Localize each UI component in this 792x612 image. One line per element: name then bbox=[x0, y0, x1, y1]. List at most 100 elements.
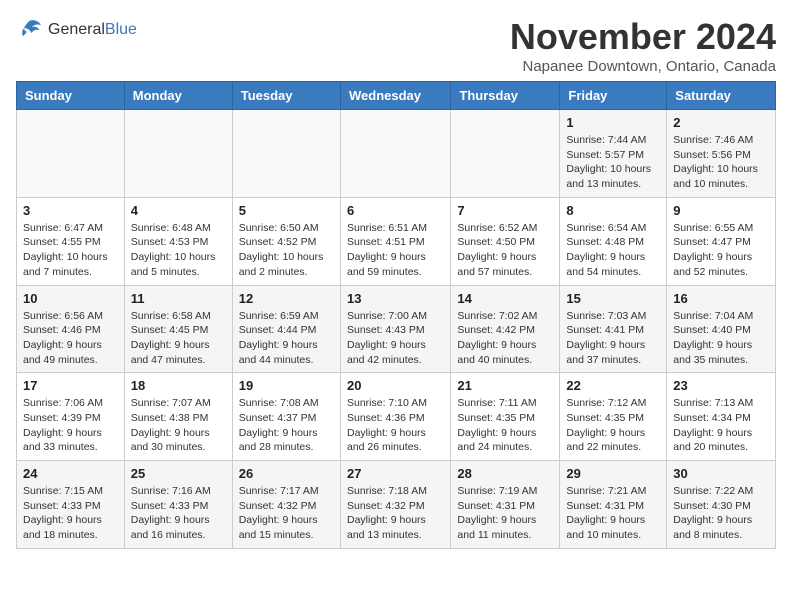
logo-general-text: General bbox=[48, 21, 105, 39]
day-number: 22 bbox=[566, 378, 660, 393]
calendar-cell: 4 Sunrise: 6:48 AMSunset: 4:53 PMDaylight… bbox=[124, 197, 232, 285]
day-info: Sunrise: 7:03 AMSunset: 4:41 PMDaylight:… bbox=[566, 309, 660, 368]
calendar-cell: 21 Sunrise: 7:11 AMSunset: 4:35 PMDayligh… bbox=[451, 373, 560, 461]
calendar-cell: 15 Sunrise: 7:03 AMSunset: 4:41 PMDayligh… bbox=[560, 285, 667, 373]
day-info: Sunrise: 7:08 AMSunset: 4:37 PMDaylight:… bbox=[239, 396, 334, 455]
day-info: Sunrise: 6:50 AMSunset: 4:52 PMDaylight:… bbox=[239, 221, 334, 280]
day-number: 1 bbox=[566, 115, 660, 130]
day-info: Sunrise: 6:52 AMSunset: 4:50 PMDaylight:… bbox=[457, 221, 553, 280]
day-number: 25 bbox=[131, 466, 226, 481]
month-title: November 2024 bbox=[510, 16, 776, 58]
weekday-header-tuesday: Tuesday bbox=[232, 82, 340, 110]
calendar-cell: 12 Sunrise: 6:59 AMSunset: 4:44 PMDayligh… bbox=[232, 285, 340, 373]
day-info: Sunrise: 7:17 AMSunset: 4:32 PMDaylight:… bbox=[239, 484, 334, 543]
day-number: 5 bbox=[239, 203, 334, 218]
day-info: Sunrise: 7:16 AMSunset: 4:33 PMDaylight:… bbox=[131, 484, 226, 543]
day-number: 27 bbox=[347, 466, 444, 481]
calendar-cell bbox=[451, 110, 560, 198]
logo: GeneralBlue bbox=[16, 16, 137, 44]
logo-blue-text: Blue bbox=[105, 21, 137, 39]
calendar-cell: 2 Sunrise: 7:46 AMSunset: 5:56 PMDaylight… bbox=[667, 110, 776, 198]
day-number: 18 bbox=[131, 378, 226, 393]
weekday-header-wednesday: Wednesday bbox=[340, 82, 450, 110]
day-number: 12 bbox=[239, 291, 334, 306]
day-number: 4 bbox=[131, 203, 226, 218]
day-number: 19 bbox=[239, 378, 334, 393]
calendar-cell: 17Sunrise: 7:06 AMSunset: 4:39 PMDayligh… bbox=[17, 373, 125, 461]
day-info: Sunrise: 6:56 AMSunset: 4:46 PMDaylight:… bbox=[23, 309, 118, 368]
day-info: Sunrise: 7:13 AMSunset: 4:34 PMDaylight:… bbox=[673, 396, 769, 455]
day-number: 13 bbox=[347, 291, 444, 306]
location-subtitle: Napanee Downtown, Ontario, Canada bbox=[510, 58, 776, 75]
day-number: 24 bbox=[23, 466, 118, 481]
day-info: Sunrise: 7:11 AMSunset: 4:35 PMDaylight:… bbox=[457, 396, 553, 455]
day-number: 6 bbox=[347, 203, 444, 218]
title-section: November 2024 Napanee Downtown, Ontario,… bbox=[510, 16, 776, 75]
day-info: Sunrise: 7:10 AMSunset: 4:36 PMDaylight:… bbox=[347, 396, 444, 455]
calendar-cell: 27 Sunrise: 7:18 AMSunset: 4:32 PMDayligh… bbox=[340, 461, 450, 549]
day-info: Sunrise: 7:00 AMSunset: 4:43 PMDaylight:… bbox=[347, 309, 444, 368]
day-number: 14 bbox=[457, 291, 553, 306]
day-info: Sunrise: 7:46 AMSunset: 5:56 PMDaylight:… bbox=[673, 133, 769, 192]
day-info: Sunrise: 6:59 AMSunset: 4:44 PMDaylight:… bbox=[239, 309, 334, 368]
day-number: 3 bbox=[23, 203, 118, 218]
calendar-cell: 30 Sunrise: 7:22 AMSunset: 4:30 PMDayligh… bbox=[667, 461, 776, 549]
day-number: 23 bbox=[673, 378, 769, 393]
weekday-header-monday: Monday bbox=[124, 82, 232, 110]
calendar-week-row: 17Sunrise: 7:06 AMSunset: 4:39 PMDayligh… bbox=[17, 373, 776, 461]
day-number: 30 bbox=[673, 466, 769, 481]
day-info: Sunrise: 7:06 AMSunset: 4:39 PMDaylight:… bbox=[23, 396, 118, 455]
calendar-cell: 11Sunrise: 6:58 AMSunset: 4:45 PMDayligh… bbox=[124, 285, 232, 373]
day-info: Sunrise: 7:19 AMSunset: 4:31 PMDaylight:… bbox=[457, 484, 553, 543]
day-number: 2 bbox=[673, 115, 769, 130]
day-number: 20 bbox=[347, 378, 444, 393]
calendar-week-row: 24 Sunrise: 7:15 AMSunset: 4:33 PMDayligh… bbox=[17, 461, 776, 549]
day-number: 11 bbox=[131, 291, 226, 306]
calendar-week-row: 1 Sunrise: 7:44 AMSunset: 5:57 PMDaylight… bbox=[17, 110, 776, 198]
calendar-cell: 26 Sunrise: 7:17 AMSunset: 4:32 PMDayligh… bbox=[232, 461, 340, 549]
calendar-cell bbox=[124, 110, 232, 198]
day-number: 21 bbox=[457, 378, 553, 393]
day-info: Sunrise: 7:12 AMSunset: 4:35 PMDaylight:… bbox=[566, 396, 660, 455]
logo-text: GeneralBlue bbox=[48, 21, 137, 39]
day-info: Sunrise: 6:51 AMSunset: 4:51 PMDaylight:… bbox=[347, 221, 444, 280]
weekday-header-friday: Friday bbox=[560, 82, 667, 110]
day-number: 7 bbox=[457, 203, 553, 218]
day-number: 15 bbox=[566, 291, 660, 306]
calendar-cell: 5 Sunrise: 6:50 AMSunset: 4:52 PMDaylight… bbox=[232, 197, 340, 285]
day-info: Sunrise: 7:22 AMSunset: 4:30 PMDaylight:… bbox=[673, 484, 769, 543]
day-number: 29 bbox=[566, 466, 660, 481]
day-info: Sunrise: 6:48 AMSunset: 4:53 PMDaylight:… bbox=[131, 221, 226, 280]
day-number: 9 bbox=[673, 203, 769, 218]
day-number: 16 bbox=[673, 291, 769, 306]
day-info: Sunrise: 7:15 AMSunset: 4:33 PMDaylight:… bbox=[23, 484, 118, 543]
calendar-cell: 18Sunrise: 7:07 AMSunset: 4:38 PMDayligh… bbox=[124, 373, 232, 461]
calendar-cell bbox=[340, 110, 450, 198]
weekday-header-thursday: Thursday bbox=[451, 82, 560, 110]
day-info: Sunrise: 7:44 AMSunset: 5:57 PMDaylight:… bbox=[566, 133, 660, 192]
day-info: Sunrise: 7:04 AMSunset: 4:40 PMDaylight:… bbox=[673, 309, 769, 368]
calendar-cell: 8Sunrise: 6:54 AMSunset: 4:48 PMDaylight… bbox=[560, 197, 667, 285]
calendar-cell: 1 Sunrise: 7:44 AMSunset: 5:57 PMDaylight… bbox=[560, 110, 667, 198]
day-info: Sunrise: 7:18 AMSunset: 4:32 PMDaylight:… bbox=[347, 484, 444, 543]
calendar-cell: 22 Sunrise: 7:12 AMSunset: 4:35 PMDayligh… bbox=[560, 373, 667, 461]
logo-bird-icon bbox=[16, 16, 44, 44]
page-header: GeneralBlue November 2024 Napanee Downto… bbox=[16, 16, 776, 75]
calendar-cell: 10 Sunrise: 6:56 AMSunset: 4:46 PMDayligh… bbox=[17, 285, 125, 373]
calendar-cell bbox=[232, 110, 340, 198]
day-number: 10 bbox=[23, 291, 118, 306]
calendar-cell: 6 Sunrise: 6:51 AMSunset: 4:51 PMDaylight… bbox=[340, 197, 450, 285]
weekday-header-row: SundayMondayTuesdayWednesdayThursdayFrid… bbox=[17, 82, 776, 110]
calendar-cell: 9Sunrise: 6:55 AMSunset: 4:47 PMDaylight… bbox=[667, 197, 776, 285]
calendar-cell: 14Sunrise: 7:02 AMSunset: 4:42 PMDayligh… bbox=[451, 285, 560, 373]
calendar-cell: 19 Sunrise: 7:08 AMSunset: 4:37 PMDayligh… bbox=[232, 373, 340, 461]
calendar-cell bbox=[17, 110, 125, 198]
day-number: 8 bbox=[566, 203, 660, 218]
calendar-week-row: 3 Sunrise: 6:47 AMSunset: 4:55 PMDaylight… bbox=[17, 197, 776, 285]
day-number: 28 bbox=[457, 466, 553, 481]
day-info: Sunrise: 6:47 AMSunset: 4:55 PMDaylight:… bbox=[23, 221, 118, 280]
day-number: 26 bbox=[239, 466, 334, 481]
calendar-cell: 3 Sunrise: 6:47 AMSunset: 4:55 PMDaylight… bbox=[17, 197, 125, 285]
calendar-cell: 16 Sunrise: 7:04 AMSunset: 4:40 PMDayligh… bbox=[667, 285, 776, 373]
calendar-cell: 23 Sunrise: 7:13 AMSunset: 4:34 PMDayligh… bbox=[667, 373, 776, 461]
